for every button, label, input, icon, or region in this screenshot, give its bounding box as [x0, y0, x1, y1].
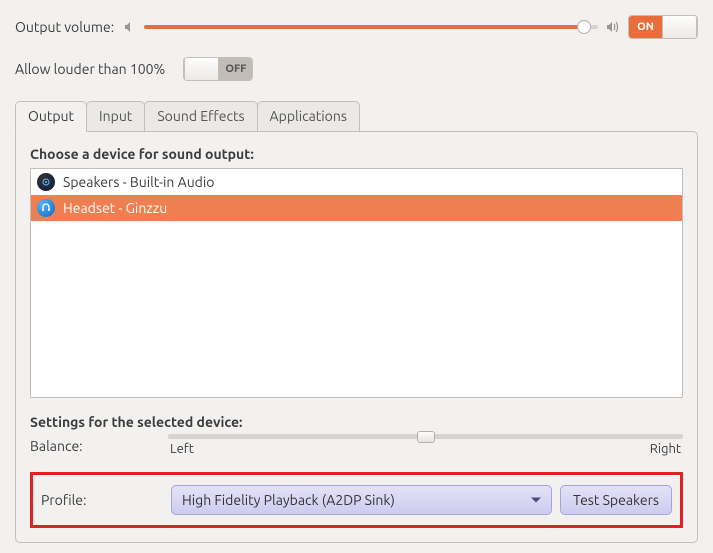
- speaker-icon: [37, 173, 55, 191]
- balance-row: Balance: Left Right: [30, 434, 683, 456]
- tab-input[interactable]: Input: [86, 101, 145, 131]
- balance-slider[interactable]: [168, 434, 683, 439]
- chevron-down-icon: [531, 498, 541, 503]
- volume-low-icon: [122, 20, 136, 34]
- device-item-headset[interactable]: Headset - Ginzzu: [31, 195, 682, 221]
- output-tab-panel: Choose a device for sound output: Speake…: [15, 131, 698, 543]
- device-label: Speakers - Built-in Audio: [63, 174, 214, 190]
- switch-off-label: OFF: [219, 58, 252, 80]
- tab-output[interactable]: Output: [15, 101, 87, 132]
- balance-right-label: Right: [650, 442, 681, 456]
- profile-selected: High Fidelity Playback (A2DP Sink): [182, 492, 395, 508]
- profile-dropdown[interactable]: High Fidelity Playback (A2DP Sink): [171, 485, 552, 515]
- output-volume-slider[interactable]: [144, 25, 598, 29]
- output-volume-row: Output volume: ON: [15, 15, 698, 39]
- output-volume-switch[interactable]: ON: [628, 15, 698, 39]
- tab-applications[interactable]: Applications: [257, 101, 360, 131]
- allow-louder-label: Allow louder than 100%: [15, 61, 165, 77]
- allow-louder-row: Allow louder than 100% OFF: [15, 57, 698, 81]
- device-label: Headset - Ginzzu: [63, 200, 167, 216]
- switch-knob: [184, 58, 219, 80]
- volume-high-icon: [606, 20, 620, 34]
- settings-label: Settings for the selected device:: [30, 414, 683, 430]
- sound-tabs: Output Input Sound Effects Applications: [15, 101, 698, 131]
- headset-icon: [37, 199, 55, 217]
- choose-device-label: Choose a device for sound output:: [30, 146, 683, 162]
- tab-sound-effects[interactable]: Sound Effects: [144, 101, 257, 131]
- balance-label: Balance:: [30, 434, 158, 454]
- output-volume-label: Output volume:: [15, 19, 114, 35]
- switch-on-label: ON: [629, 16, 662, 38]
- test-speakers-label: Test Speakers: [573, 492, 659, 508]
- profile-label: Profile:: [41, 492, 163, 508]
- output-device-list[interactable]: Speakers - Built-in Audio Headset - Ginz…: [30, 168, 683, 398]
- switch-knob: [662, 16, 697, 38]
- profile-highlight: Profile: High Fidelity Playback (A2DP Si…: [30, 472, 683, 528]
- device-item-builtin[interactable]: Speakers - Built-in Audio: [31, 169, 682, 195]
- test-speakers-button[interactable]: Test Speakers: [560, 485, 672, 515]
- allow-louder-switch[interactable]: OFF: [183, 57, 253, 81]
- balance-left-label: Left: [170, 442, 194, 456]
- balance-endpoints: Left Right: [168, 442, 683, 456]
